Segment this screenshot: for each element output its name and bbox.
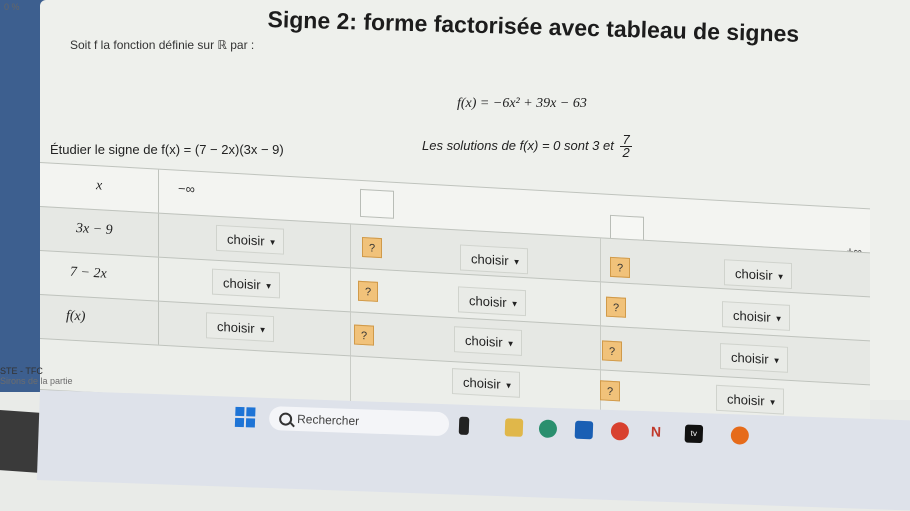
select-label: choisir xyxy=(735,265,773,283)
sign-select-r1-c3[interactable]: choisir ▼ xyxy=(724,259,792,290)
divider xyxy=(350,312,351,357)
status-indicator: 0 % xyxy=(4,2,20,12)
intro-text: Soit f la fonction définie sur ℝ par : xyxy=(70,38,255,52)
search-icon xyxy=(278,412,293,426)
caption-line-1: STE - TFC xyxy=(0,366,43,376)
question-box-r3-2[interactable]: ? xyxy=(602,340,622,362)
select-label: choisir xyxy=(727,391,765,409)
select-label: choisir xyxy=(223,275,261,293)
select-label: choisir xyxy=(733,307,771,325)
taskbar-search[interactable]: Rechercher xyxy=(268,406,450,437)
question-box-r2-2[interactable]: ? xyxy=(606,296,626,318)
solutions-label: Les solutions de f(x) = 0 sont 3 et xyxy=(422,137,614,153)
chevron-down-icon: ▼ xyxy=(258,325,267,335)
chevron-down-icon: ▼ xyxy=(264,281,273,291)
solution-fraction: 7 2 xyxy=(620,133,632,160)
sign-select-r2-c1[interactable]: choisir ▼ xyxy=(212,268,280,299)
select-label: choisir xyxy=(731,349,769,367)
divider xyxy=(600,326,601,371)
edge-browser-icon[interactable] xyxy=(538,419,558,439)
task-view-icon[interactable] xyxy=(458,416,470,435)
study-instruction: Étudier le signe de f(x) = (7 − 2x)(3x −… xyxy=(50,142,284,157)
question-box-r1-1[interactable]: ? xyxy=(362,237,382,259)
netflix-icon[interactable]: N xyxy=(651,423,670,442)
select-label: choisir xyxy=(471,251,509,269)
sign-select-r1-c1[interactable]: choisir ▼ xyxy=(216,224,284,255)
firefox-icon[interactable] xyxy=(730,426,750,445)
sign-select-r2-c2[interactable]: choisir ▼ xyxy=(458,286,526,317)
select-label: choisir xyxy=(217,318,255,336)
question-box-r1-2[interactable]: ? xyxy=(610,256,630,278)
caption-line-2: Sirons de la partie xyxy=(0,376,73,386)
file-explorer-icon[interactable] xyxy=(504,418,524,437)
fraction-denominator: 2 xyxy=(622,145,630,160)
solutions-text: Les solutions de f(x) = 0 sont 3 et 7 2 xyxy=(422,133,632,160)
row-label-3x-minus-9: 3x − 9 xyxy=(76,221,113,239)
chevron-down-icon: ▼ xyxy=(768,397,777,408)
sign-select-r4-c3[interactable]: choisir ▼ xyxy=(716,384,784,415)
search-label: Rechercher xyxy=(296,411,360,429)
sign-select-r3-c1[interactable]: choisir ▼ xyxy=(206,312,274,343)
function-formula: f(x) = −6x² + 39x − 63 xyxy=(457,96,587,111)
sign-select-r2-c3[interactable]: choisir ▼ xyxy=(722,301,790,331)
sign-select-r3-c2[interactable]: choisir ▼ xyxy=(454,326,522,356)
sign-select-r3-c3[interactable]: choisir ▼ xyxy=(720,343,788,373)
app-icon[interactable] xyxy=(610,421,630,441)
select-label: choisir xyxy=(469,292,507,311)
chevron-down-icon: ▼ xyxy=(774,314,783,324)
chevron-down-icon: ▼ xyxy=(504,380,513,391)
minus-infinity-label: −∞ xyxy=(178,180,195,197)
chevron-down-icon: ▼ xyxy=(772,355,781,366)
windows-start-icon[interactable] xyxy=(234,406,256,428)
sign-select-r1-c2[interactable]: choisir ▼ xyxy=(460,244,528,275)
divider xyxy=(600,238,601,283)
chevron-down-icon: ▼ xyxy=(510,299,519,309)
store-icon[interactable] xyxy=(574,420,594,440)
chevron-down-icon: ▼ xyxy=(268,237,277,248)
divider xyxy=(600,282,601,327)
apple-tv-icon[interactable]: tv xyxy=(684,424,704,444)
value-input-1[interactable] xyxy=(360,188,394,219)
row-label-7-minus-2x: 7 − 2x xyxy=(70,264,107,282)
sign-select-r4-c2[interactable]: choisir ▼ xyxy=(452,368,520,398)
question-box-r3-1[interactable]: ? xyxy=(354,324,374,346)
bottom-left-caption: STE - TFC Sirons de la partie xyxy=(0,366,73,386)
row-label-fx: f(x) xyxy=(66,308,86,325)
select-label: choisir xyxy=(227,231,265,249)
divider xyxy=(350,356,351,407)
row-label-x: x xyxy=(96,178,103,194)
select-label: choisir xyxy=(463,374,501,392)
divider xyxy=(350,224,351,269)
divider xyxy=(350,268,351,313)
chevron-down-icon: ▼ xyxy=(506,339,515,349)
question-box-r4[interactable]: ? xyxy=(600,380,620,402)
question-box-r2-1[interactable]: ? xyxy=(358,280,378,302)
chevron-down-icon: ▼ xyxy=(512,257,521,267)
select-label: choisir xyxy=(465,332,503,350)
chevron-down-icon: ▼ xyxy=(776,272,785,282)
